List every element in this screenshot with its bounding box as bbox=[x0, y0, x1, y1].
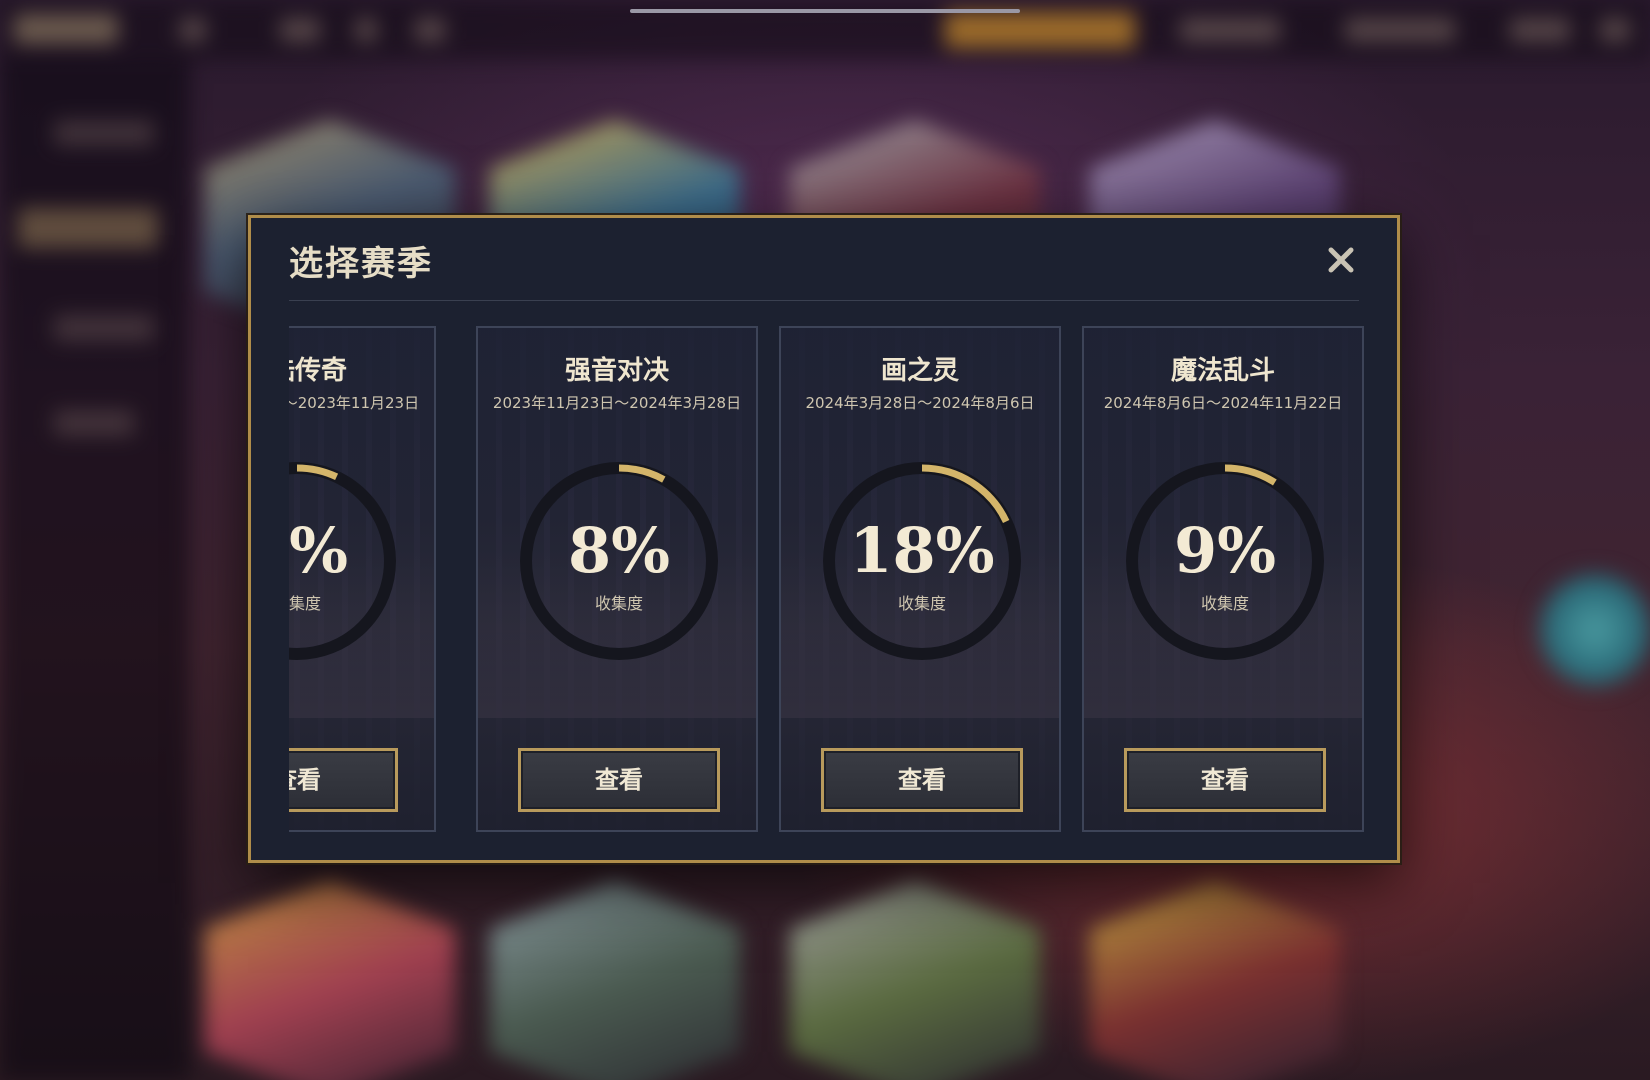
season-card: 画之灵 2024年3月28日～2024年8月6日 18% 收集度 查看 bbox=[779, 326, 1061, 832]
background-nav-item bbox=[1180, 18, 1280, 42]
season-dates: 2024年8月6日～2024年11月22日 bbox=[1103, 394, 1343, 412]
collection-progress-ring: 18% 收集度 bbox=[819, 458, 1025, 664]
collection-label: 收集度 bbox=[897, 594, 946, 613]
season-card: 大陆传奇 2023年3月30日～2023年11月23日 7% 收集度 查看 bbox=[289, 326, 436, 832]
collection-label: 收集度 bbox=[289, 594, 321, 613]
view-button[interactable]: 查看 bbox=[821, 748, 1023, 812]
collection-percent: 8% bbox=[567, 514, 671, 587]
game-screen: 选择赛季 大陆传奇 2023年3月30日～2023年11月23日 7% 收集度 bbox=[0, 0, 1650, 1080]
background-sidebar bbox=[0, 60, 190, 1080]
view-button[interactable]: 查看 bbox=[1124, 748, 1326, 812]
season-dates: 2024年3月28日～2024年8月6日 bbox=[805, 394, 1035, 412]
background-sidebar-item bbox=[18, 208, 158, 248]
background-sidebar-item bbox=[54, 410, 134, 436]
background-nav-item bbox=[1510, 18, 1570, 42]
background-nav-item bbox=[415, 18, 445, 42]
background-nav-item bbox=[355, 18, 377, 42]
background-nav-item bbox=[180, 18, 206, 42]
select-season-dialog: 选择赛季 大陆传奇 2023年3月30日～2023年11月23日 7% 收集度 bbox=[248, 215, 1400, 863]
collection-percent: 9% bbox=[1173, 514, 1277, 587]
season-name: 大陆传奇 bbox=[289, 356, 347, 386]
background-gold-button bbox=[945, 12, 1135, 48]
season-name: 强音对决 bbox=[564, 356, 669, 386]
season-dates: 2023年11月23日～2024年3月28日 bbox=[492, 394, 742, 412]
season-card: 强音对决 2023年11月23日～2024年3月28日 8% 收集度 查看 bbox=[476, 326, 758, 832]
background-orb bbox=[1535, 570, 1650, 690]
collection-progress-ring: 7% 收集度 bbox=[289, 458, 400, 664]
background-nav-item bbox=[1600, 18, 1630, 42]
collection-percent: 7% bbox=[289, 514, 349, 587]
background-hero-tile bbox=[490, 880, 740, 1080]
collection-label: 收集度 bbox=[1200, 594, 1249, 613]
collection-progress-ring: 8% 收集度 bbox=[516, 458, 722, 664]
close-button[interactable] bbox=[1321, 240, 1361, 280]
title-divider bbox=[289, 300, 1359, 301]
view-button[interactable]: 查看 bbox=[289, 748, 398, 812]
background-hero-tile bbox=[790, 880, 1040, 1080]
season-name: 画之灵 bbox=[880, 356, 959, 386]
season-carousel[interactable]: 大陆传奇 2023年3月30日～2023年11月23日 7% 收集度 查看 强音… bbox=[289, 326, 1365, 836]
season-dates: 2023年3月30日～2023年11月23日 bbox=[289, 394, 420, 412]
background-nav-item bbox=[1345, 18, 1455, 42]
view-button[interactable]: 查看 bbox=[518, 748, 720, 812]
window-drag-handle[interactable] bbox=[630, 9, 1020, 13]
collection-progress-ring: 9% 收集度 bbox=[1122, 458, 1328, 664]
background-sidebar-item bbox=[54, 120, 154, 146]
background-logo bbox=[14, 14, 118, 44]
collection-label: 收集度 bbox=[594, 594, 643, 613]
background-sidebar-item bbox=[54, 315, 154, 341]
season-card: 魔法乱斗 2024年8月6日～2024年11月22日 9% 收集度 查看 bbox=[1082, 326, 1364, 832]
background-hero-tile bbox=[1090, 880, 1340, 1080]
collection-percent: 18% bbox=[849, 514, 995, 587]
close-icon bbox=[1328, 247, 1354, 273]
dialog-title: 选择赛季 bbox=[289, 244, 433, 284]
season-name: 魔法乱斗 bbox=[1170, 356, 1275, 386]
background-hero-tile bbox=[205, 880, 455, 1080]
background-nav-item bbox=[280, 18, 320, 42]
